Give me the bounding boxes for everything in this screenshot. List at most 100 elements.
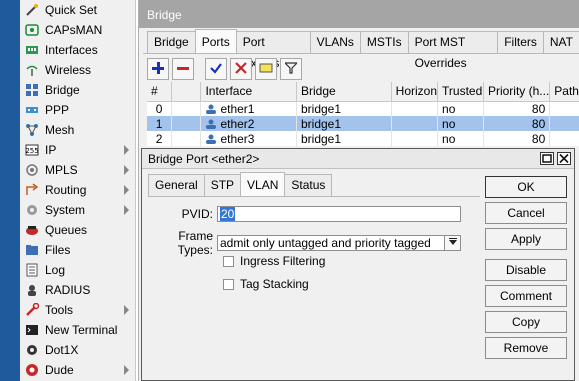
table-header: # Interface Bridge Horizon Trusted Prior… xyxy=(147,82,579,102)
dialog-title: Bridge Port <ether2> xyxy=(142,149,574,169)
table-row[interactable]: 1 ether2 bridge1 no 80 xyxy=(147,116,579,131)
folder-icon xyxy=(24,243,40,257)
cell-horizon xyxy=(391,116,439,131)
frame-types-dropdown-button[interactable] xyxy=(445,235,461,251)
sidebar-item-bridge[interactable]: Bridge xyxy=(20,80,135,100)
remove-button[interactable]: Remove xyxy=(485,337,567,359)
dropdown-arrow-icon xyxy=(448,236,458,250)
column-header[interactable]: Path xyxy=(549,82,579,102)
add-button[interactable] xyxy=(147,58,169,80)
x-icon xyxy=(235,61,247,77)
tab-status[interactable]: Status xyxy=(284,174,333,196)
sidebar-item-wireless[interactable]: Wireless xyxy=(20,60,135,80)
sidebar: Quick Set CAPsMAN Interfaces Wireless Br… xyxy=(0,0,136,381)
column-header[interactable]: Trusted xyxy=(437,82,484,102)
capsman-icon xyxy=(24,23,40,37)
interface-name: ether2 xyxy=(220,116,255,131)
column-header[interactable]: Interface xyxy=(200,82,297,102)
sidebar-item-tools[interactable]: Tools xyxy=(20,300,135,320)
submenu-arrow-icon xyxy=(124,165,129,175)
ok-button[interactable]: OK xyxy=(485,176,567,198)
enable-button[interactable] xyxy=(205,58,227,80)
sidebar-item-routing[interactable]: Routing xyxy=(20,180,135,200)
column-header[interactable]: Priority (h... xyxy=(483,82,551,102)
remove-button[interactable] xyxy=(172,58,194,80)
table-row[interactable]: 0 ether1 bridge1 no 80 xyxy=(147,101,579,116)
tab-stp[interactable]: STP xyxy=(203,174,242,196)
apply-button[interactable]: Apply xyxy=(485,228,567,250)
close-button[interactable] xyxy=(557,152,571,165)
filter-button[interactable] xyxy=(280,58,302,80)
sidebar-item-mesh[interactable]: Mesh xyxy=(20,120,135,140)
copy-button[interactable]: Copy xyxy=(485,311,567,333)
dude-icon xyxy=(24,363,40,377)
toolbar xyxy=(147,58,302,80)
sidebar-item-new-terminal[interactable]: New Terminal xyxy=(20,320,135,340)
sidebar-item-radius[interactable]: RADIUS xyxy=(20,280,135,300)
tab-vlans[interactable]: VLANs xyxy=(309,31,361,53)
tag-stacking-checkbox[interactable] xyxy=(223,278,234,290)
cell-interface: ether1 xyxy=(200,101,297,116)
cell-flags xyxy=(171,131,202,146)
cell-num: 2 xyxy=(147,131,173,146)
tab-port-mst-overrides[interactable]: Port MST Overrides xyxy=(407,31,499,70)
sidebar-item-label: System xyxy=(45,203,86,217)
cancel-button[interactable]: Cancel xyxy=(485,202,567,224)
ingress-filtering-row[interactable]: Ingress Filtering xyxy=(223,254,325,268)
sidebar-item-interfaces[interactable]: Interfaces xyxy=(20,40,135,60)
disable-button[interactable]: Disable xyxy=(485,259,567,281)
tab-vlan[interactable]: VLAN xyxy=(240,172,286,196)
comment-icon xyxy=(259,62,273,77)
table-row[interactable]: 2 ether3 bridge1 no 80 xyxy=(147,131,579,146)
tab-filters[interactable]: Filters xyxy=(497,31,544,53)
maximize-button[interactable] xyxy=(540,152,554,165)
sidebar-item-files[interactable]: Files xyxy=(20,240,135,260)
sidebar-item-log[interactable]: Log xyxy=(20,260,135,280)
sidebar-item-label: IP xyxy=(45,143,57,157)
sidebar-item-dot1x[interactable]: Dot1X xyxy=(20,340,135,360)
disable-button[interactable] xyxy=(230,58,252,80)
tab-mstis[interactable]: MSTIs xyxy=(359,31,409,53)
comment-button[interactable]: Comment xyxy=(485,285,567,307)
frame-types-label: Frame Types: xyxy=(177,229,213,257)
tab-nat[interactable]: NAT xyxy=(542,31,579,53)
interface-icon xyxy=(206,104,217,114)
tab-bridge[interactable]: Bridge xyxy=(147,31,196,53)
sidebar-item-ip[interactable]: 255 IP xyxy=(20,140,135,160)
interface-name: ether1 xyxy=(220,101,255,116)
cell-priority: 80 xyxy=(483,116,551,131)
tab-general[interactable]: General xyxy=(148,174,205,196)
frame-types-select[interactable]: admit only untagged and priority tagged xyxy=(217,235,445,251)
sidebar-item-ppp[interactable]: PPP xyxy=(20,100,135,120)
sidebar-item-capsman[interactable]: CAPsMAN xyxy=(20,20,135,40)
tab-port-extensions[interactable]: Port Extensions xyxy=(235,31,311,70)
column-header[interactable] xyxy=(171,82,202,102)
column-header[interactable]: # xyxy=(147,82,173,102)
pvid-input[interactable]: 20 xyxy=(217,206,461,222)
sidebar-item-dude[interactable]: Dude xyxy=(20,360,135,380)
sidebar-item-label: Wireless xyxy=(45,63,92,77)
cell-priority: 80 xyxy=(483,101,551,116)
cell-horizon xyxy=(391,101,439,116)
ingress-filtering-checkbox[interactable] xyxy=(223,255,234,267)
sidebar-item-label: New Terminal xyxy=(45,323,118,337)
cell-path xyxy=(549,116,579,131)
sidebar-item-queues[interactable]: Queues xyxy=(20,220,135,240)
tag-stacking-row[interactable]: Tag Stacking xyxy=(223,277,309,291)
cell-trusted: no xyxy=(437,116,484,131)
tab-ports[interactable]: Ports xyxy=(194,29,237,53)
bridge-tabs: Bridge Ports Port Extensions VLANs MSTIs… xyxy=(147,29,579,70)
submenu-arrow-icon xyxy=(124,365,129,375)
cell-trusted: no xyxy=(437,131,484,146)
sidebar-item-mpls[interactable]: MPLS xyxy=(20,160,135,180)
comment-button[interactable] xyxy=(255,58,277,80)
sidebar-item-system[interactable]: System xyxy=(20,200,135,220)
vlan-panel: PVID: 20 Frame Types: admit only untagge… xyxy=(148,196,480,381)
sidebar-item-label: Dot1X xyxy=(45,343,79,357)
column-header[interactable]: Bridge xyxy=(296,82,392,102)
sidebar-item-quick-set[interactable]: Quick Set xyxy=(20,0,135,20)
mpls-icon xyxy=(24,163,40,177)
sidebar-item-label: Bridge xyxy=(45,83,80,97)
cell-path xyxy=(549,101,579,116)
column-header[interactable]: Horizon xyxy=(391,82,439,102)
